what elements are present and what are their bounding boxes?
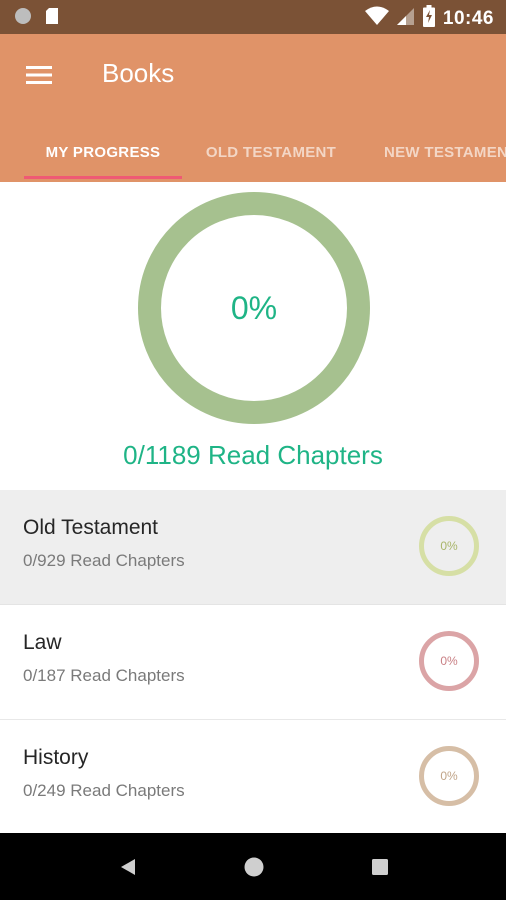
- circle-notification-icon: [14, 7, 32, 30]
- list-item-chapters: 0/929 Read Chapters: [23, 551, 185, 570]
- tab-indicator: [24, 176, 182, 179]
- page-title: Books: [102, 58, 175, 88]
- status-bar: 10:46: [0, 0, 506, 34]
- total-read-chapters: 0/1189 Read Chapters: [123, 440, 383, 470]
- progress-percent: 0%: [440, 654, 458, 668]
- total-progress-percent: 0%: [230, 289, 278, 326]
- tab-bar: MY PROGRESS OLD TESTAMENT NEW TESTAMENT: [0, 122, 506, 182]
- progress-summary: 0% 0/1189 Read Chapters: [0, 182, 506, 490]
- sd-card-icon: [44, 7, 60, 30]
- battery-charging-icon: [422, 5, 435, 32]
- tab-old-testament[interactable]: OLD TESTAMENT: [190, 122, 352, 182]
- list-item-chapters: 0/187 Read Chapters: [23, 666, 185, 685]
- list-item-title: Law: [23, 631, 62, 654]
- list-item-law[interactable]: Law 0/187 Read Chapters 0%: [0, 605, 506, 720]
- tab-my-progress[interactable]: MY PROGRESS: [24, 122, 182, 182]
- progress-percent: 0%: [440, 769, 458, 783]
- system-nav-bar: [0, 833, 506, 900]
- book-group-list: Old Testament 0/929 Read Chapters 0% Law…: [0, 490, 506, 835]
- list-item-chapters: 0/249 Read Chapters: [23, 781, 185, 800]
- back-triangle-icon[interactable]: [113, 853, 141, 881]
- list-item-title: History: [23, 746, 89, 769]
- app-bar: Books MY PROGRESS OLD TESTAMENT NEW TEST…: [0, 34, 506, 182]
- status-time: 10:46: [442, 7, 494, 29]
- progress-percent: 0%: [440, 539, 458, 553]
- list-item-title: Old Testament: [23, 516, 159, 539]
- list-item-history[interactable]: History 0/249 Read Chapters 0%: [0, 720, 506, 835]
- list-item-old-testament[interactable]: Old Testament 0/929 Read Chapters 0%: [0, 490, 506, 605]
- recents-square-icon[interactable]: [366, 853, 394, 881]
- cell-signal-icon: [396, 6, 415, 31]
- hamburger-menu-icon[interactable]: [22, 60, 56, 90]
- wifi-icon: [364, 6, 389, 31]
- tab-new-testament[interactable]: NEW TESTAMENT: [366, 122, 506, 182]
- home-circle-icon[interactable]: [240, 853, 268, 881]
